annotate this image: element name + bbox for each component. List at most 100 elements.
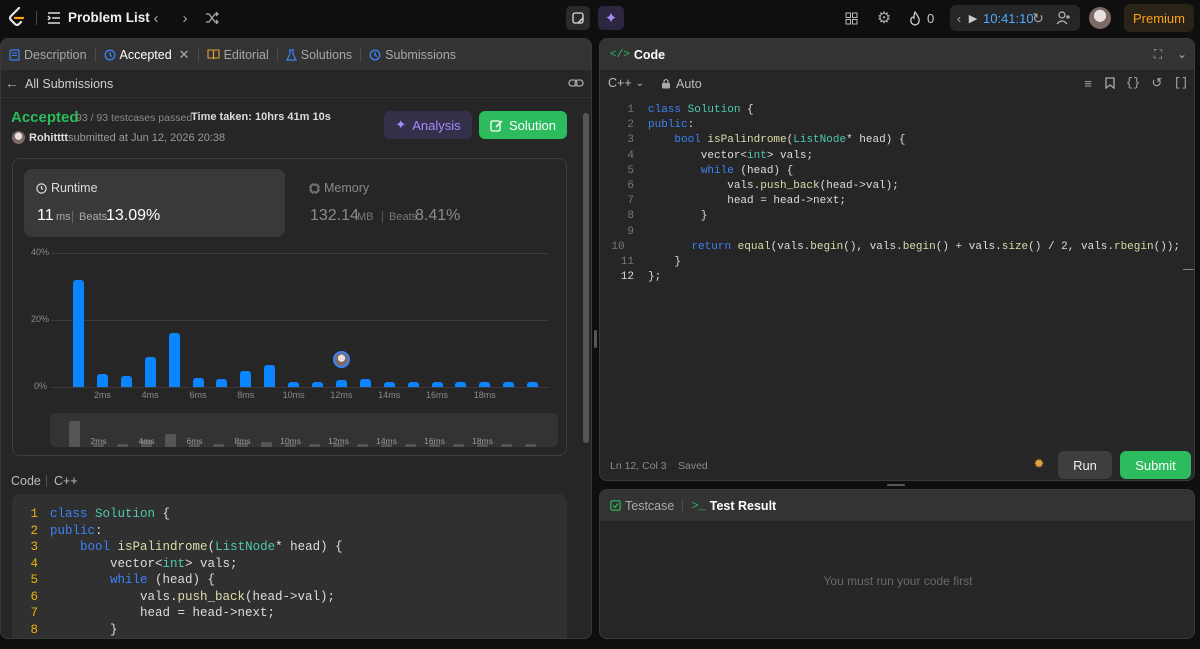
settings-brackets-icon[interactable]: []: [1173, 75, 1189, 91]
beats-divider: [72, 211, 73, 223]
editor-code-line[interactable]: 2 public:: [600, 118, 1180, 133]
code-text: while (head) {: [110, 573, 216, 587]
ai-sparkle-icon[interactable]: ✦: [598, 6, 624, 30]
mode-label[interactable]: Auto: [676, 77, 702, 91]
problem-list-icon[interactable]: [46, 9, 62, 27]
analysis-button[interactable]: ✦ Analysis: [384, 111, 472, 139]
chart-bar[interactable]: [479, 382, 491, 387]
editor-code-line[interactable]: 10 return equal(vals.begin(), vals.begin…: [600, 240, 1180, 255]
avatar[interactable]: [1089, 7, 1111, 29]
tab-editorial-label: Editorial: [223, 47, 269, 62]
your-submission-avatar[interactable]: [333, 351, 350, 368]
editor-code-line[interactable]: 4 vector<int> vals;: [600, 149, 1180, 164]
chart-bar[interactable]: [168, 333, 180, 387]
chart-bar[interactable]: [312, 382, 323, 387]
chart-bar[interactable]: [503, 382, 515, 387]
mini-x-tick-label: 4ms: [138, 436, 155, 446]
code-lang: C++: [54, 474, 78, 488]
editor-code-line[interactable]: 11 }: [600, 255, 1180, 270]
line-number: 10: [611, 240, 625, 253]
chart-bar[interactable]: [383, 382, 395, 387]
left-scrollbar[interactable]: [583, 113, 589, 443]
shuffle-icon[interactable]: [203, 9, 221, 27]
vertical-splitter[interactable]: [594, 330, 597, 348]
tab-accepted[interactable]: Accepted ✕: [96, 39, 198, 70]
code-text: bool isPalindrome(ListNode* head) {: [80, 540, 343, 554]
chevron-right-icon[interactable]: ›: [177, 9, 193, 27]
problem-list-label[interactable]: Problem List: [68, 10, 150, 25]
memory-unit: MB: [357, 211, 374, 223]
chart-bar[interactable]: [455, 382, 467, 387]
chart-bar[interactable]: [240, 371, 252, 387]
line-number: 2: [30, 523, 38, 538]
runtime-card[interactable]: Runtime 11 ms Beats 13.09%: [24, 169, 285, 237]
editor-code-line[interactable]: 8 }: [600, 209, 1180, 224]
debug-icon[interactable]: ✹: [1030, 455, 1048, 473]
timer-value[interactable]: 10:41:10: [983, 11, 1034, 26]
braces-icon[interactable]: {}: [1124, 75, 1142, 91]
add-user-icon[interactable]: [1054, 9, 1074, 27]
chart-bar[interactable]: [335, 379, 347, 387]
tab-description[interactable]: Description: [1, 39, 95, 70]
bookmark-icon[interactable]: [1102, 75, 1118, 91]
tab-testcase[interactable]: Testcase: [600, 490, 682, 521]
notes-icon[interactable]: [566, 6, 590, 30]
chevron-left-icon[interactable]: ‹: [148, 9, 164, 27]
maximize-icon[interactable]: ⛶: [1150, 46, 1166, 62]
x-tick-label: 10ms: [282, 390, 305, 400]
tab-code[interactable]: </> Code: [600, 39, 673, 70]
collapse-icon[interactable]: ⌄: [1174, 46, 1190, 62]
link-icon[interactable]: [567, 75, 585, 91]
editor-code-line[interactable]: 12};: [600, 270, 1180, 285]
range-selector[interactable]: 2ms 4ms 6ms 8ms 10ms 12ms 14ms 16ms 18ms: [50, 413, 558, 447]
chart-bar[interactable]: [192, 377, 204, 387]
arrow-left-icon[interactable]: ←: [5, 75, 19, 91]
editor-code-line[interactable]: 1 class Solution {: [600, 103, 1180, 118]
chart-bar[interactable]: [73, 279, 84, 387]
chart-bar[interactable]: [288, 382, 300, 387]
editor-code-line[interactable]: 6 vals.push_back(head->val);: [600, 179, 1180, 194]
chevron-down-icon: ⌄: [635, 77, 645, 89]
horizontal-splitter[interactable]: [887, 484, 905, 486]
play-icon[interactable]: ▶: [966, 9, 980, 27]
runtime-beats-label: Beats: [79, 211, 108, 223]
editor-code-line[interactable]: 5 while (head) {: [600, 164, 1180, 179]
chart-bar[interactable]: [264, 364, 276, 387]
chart-bar[interactable]: [359, 378, 371, 387]
gear-icon[interactable]: ⚙: [874, 8, 894, 28]
flask-icon: [285, 48, 297, 61]
editor-code-line[interactable]: 9: [600, 225, 1180, 240]
editor-code-line[interactable]: 3 bool isPalindrome(ListNode* head) {: [600, 133, 1180, 148]
leetcode-logo-icon[interactable]: [6, 6, 28, 28]
chart-bar[interactable]: [96, 373, 108, 387]
chart-bar[interactable]: [527, 382, 539, 387]
chart-bar[interactable]: [216, 378, 228, 387]
close-icon[interactable]: ✕: [179, 47, 190, 63]
reset-icon[interactable]: ↻: [1030, 9, 1046, 27]
tab-test-result[interactable]: >_ Test Result: [683, 490, 784, 521]
fire-streak-icon[interactable]: [906, 9, 924, 27]
tab-submissions[interactable]: Submissions: [361, 39, 464, 70]
all-submissions-link[interactable]: All Submissions: [25, 77, 113, 91]
editor-code[interactable]: 1 class Solution {2 public: 3 bool isPalind…: [600, 103, 1180, 285]
submit-button[interactable]: Submit: [1120, 451, 1191, 479]
solution-button[interactable]: Solution: [479, 111, 567, 139]
language-select[interactable]: C++ ⌄: [608, 76, 644, 90]
timer-chevron-left-icon[interactable]: ‹: [953, 9, 965, 27]
chart-bar[interactable]: [407, 382, 419, 387]
layout-icon[interactable]: [842, 9, 860, 27]
editor-code-line[interactable]: 7 head = head->next;: [600, 194, 1180, 209]
undo-icon[interactable]: ↺: [1149, 75, 1165, 91]
username[interactable]: Rohitttt: [29, 132, 68, 144]
chart-bar[interactable]: [120, 375, 132, 387]
chart-bar[interactable]: [431, 382, 443, 387]
run-button[interactable]: Run: [1058, 451, 1112, 479]
format-icon[interactable]: ≡: [1080, 75, 1096, 91]
premium-button[interactable]: Premium: [1124, 4, 1194, 32]
memory-beats-value: 8.41%: [415, 207, 461, 224]
chart-bar[interactable]: [144, 356, 156, 387]
tab-editorial[interactable]: Editorial: [199, 39, 277, 70]
memory-card[interactable]: Memory 132.14 MB Beats 8.41%: [297, 169, 558, 237]
tab-solutions[interactable]: Solutions: [278, 39, 360, 70]
cursor-position: Ln 12, Col 3: [610, 460, 667, 472]
